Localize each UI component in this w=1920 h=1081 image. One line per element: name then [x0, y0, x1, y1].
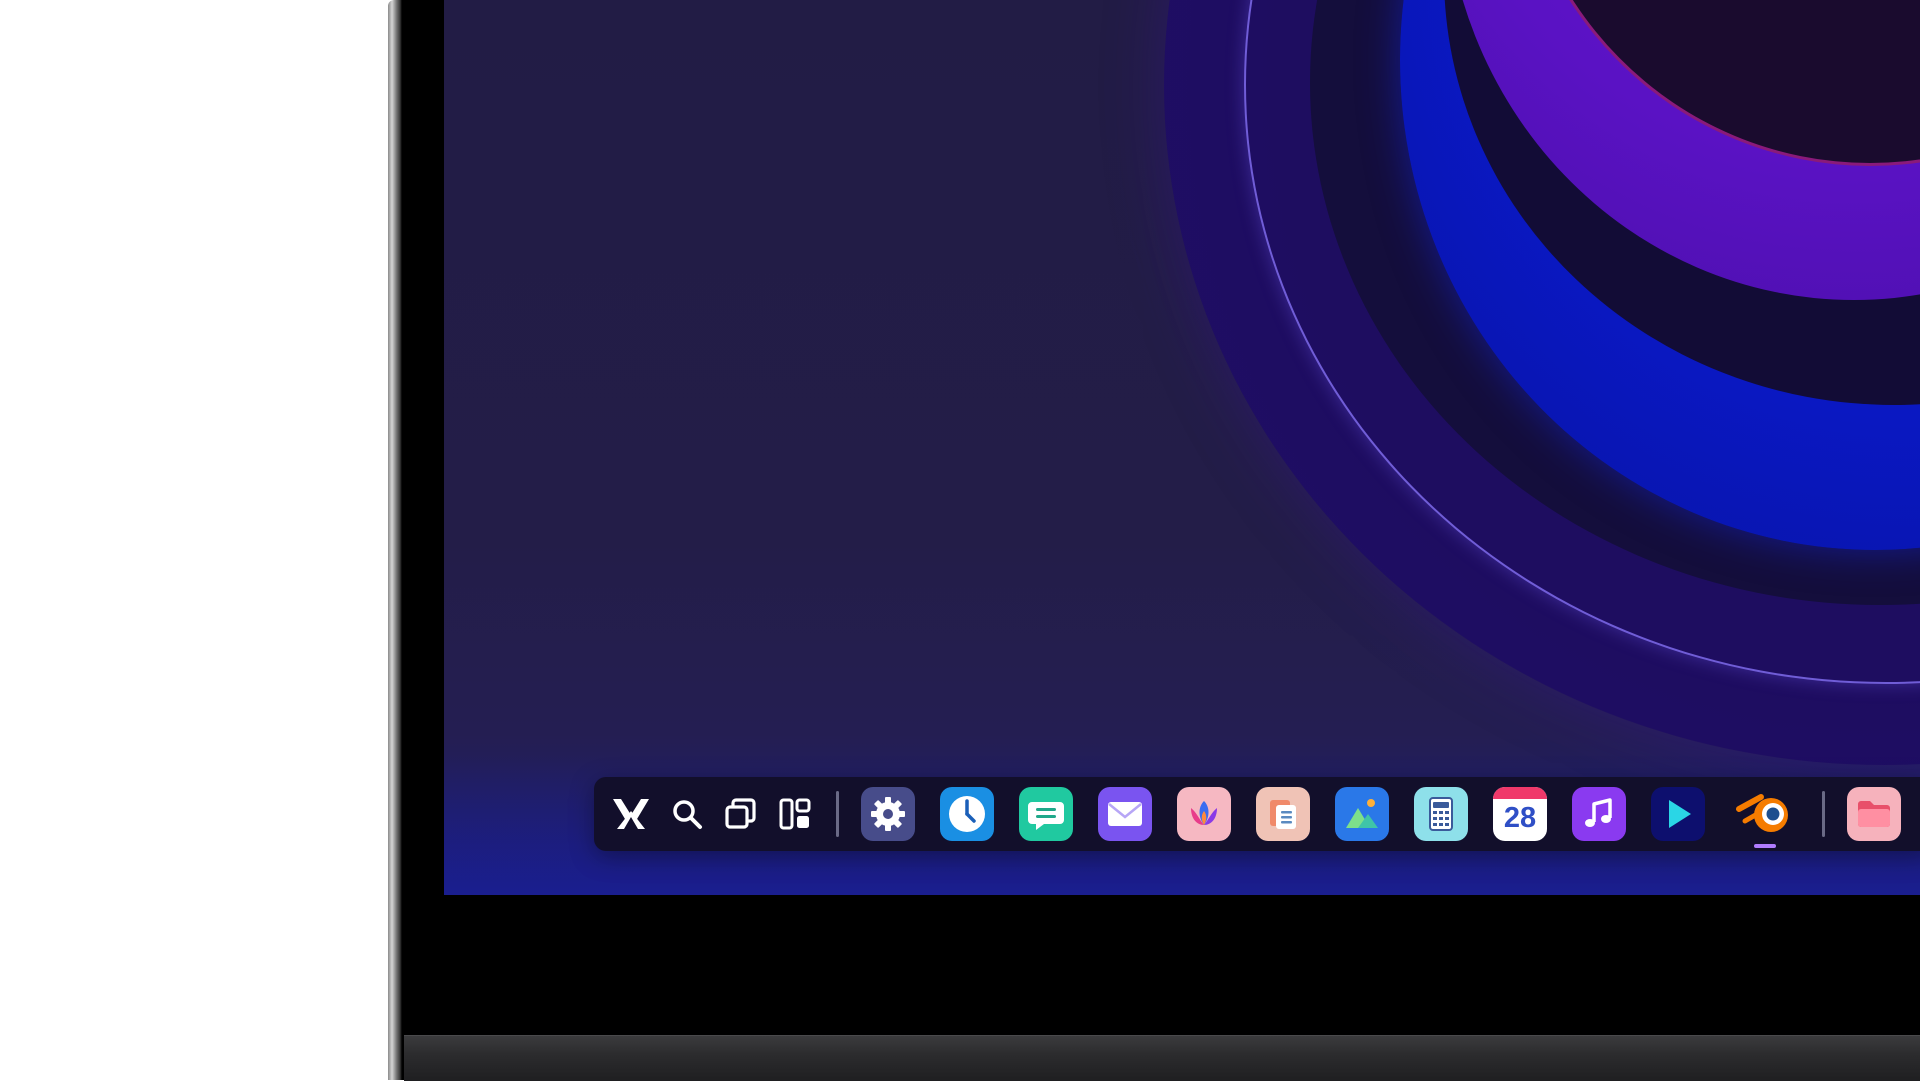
video-play-icon	[1669, 800, 1691, 828]
search-button[interactable]	[660, 787, 714, 841]
blender-icon	[1736, 794, 1788, 832]
calculator-icon	[1429, 797, 1453, 831]
mail-envelope-icon	[1108, 802, 1142, 826]
widgets-layout-icon	[779, 798, 811, 830]
music-note-icon	[1585, 798, 1612, 827]
app-calculator[interactable]	[1414, 787, 1468, 841]
overview-button[interactable]	[714, 787, 768, 841]
calendar-icon	[1493, 787, 1547, 799]
widgets-button[interactable]	[768, 787, 822, 841]
messages-chat-icon	[1028, 802, 1064, 830]
app-messages[interactable]	[1019, 787, 1073, 841]
app-documents[interactable]	[1256, 787, 1310, 841]
clock-icon	[949, 796, 985, 832]
settings-gear-icon	[871, 797, 905, 831]
launcher-button[interactable]	[604, 787, 658, 841]
overview-windows-icon	[725, 798, 756, 829]
photos-mountain-icon	[1346, 799, 1378, 828]
documents-icon	[1270, 800, 1296, 829]
app-clock[interactable]	[940, 787, 994, 841]
calendar-date: 28	[1503, 802, 1537, 834]
dock-separator-pinned	[1822, 791, 1825, 837]
app-video[interactable]	[1651, 787, 1705, 841]
store-lotus-icon	[1191, 801, 1217, 825]
app-calendar[interactable]: 28	[1493, 787, 1547, 841]
search-icon	[673, 800, 702, 829]
app-photos[interactable]	[1335, 787, 1389, 841]
app-store[interactable]	[1177, 787, 1231, 841]
dock-separator	[836, 791, 839, 837]
app-settings[interactable]	[861, 787, 915, 841]
app-files[interactable]	[1847, 787, 1901, 841]
desktop-screen: 28	[444, 0, 1920, 895]
files-folder-icon	[1858, 801, 1890, 827]
app-mail[interactable]	[1098, 787, 1152, 841]
launcher-icon	[613, 799, 649, 829]
laptop-base	[404, 1035, 1920, 1081]
app-blender[interactable]	[1730, 787, 1800, 848]
dock: 28	[594, 777, 1920, 851]
running-indicator	[1754, 844, 1776, 848]
app-music[interactable]	[1572, 787, 1626, 841]
